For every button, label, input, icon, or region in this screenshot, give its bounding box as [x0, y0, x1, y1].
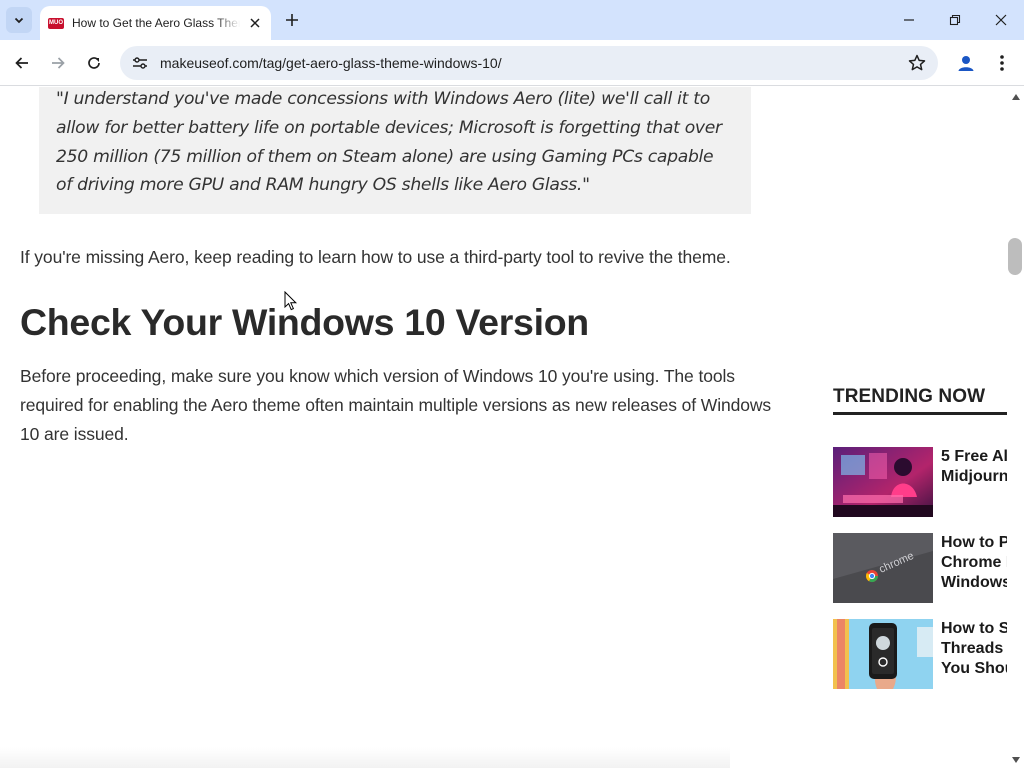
trending-title-line: How to Sa	[941, 620, 1007, 637]
article-paragraph: If you're missing Aero, keep reading to …	[20, 247, 731, 267]
trending-heading: TRENDING NOW	[833, 386, 986, 407]
chromebook-image-icon: chrome	[833, 533, 933, 603]
trending-thumbnail[interactable]	[833, 619, 933, 689]
url-text[interactable]: makeuseof.com/tag/get-aero-glass-theme-w…	[160, 55, 502, 71]
trending-title-line: 5 Free Alt	[941, 448, 1007, 465]
section-heading: Check Your Windows 10 Version	[20, 301, 589, 343]
forward-button[interactable]	[46, 51, 70, 75]
reload-icon	[88, 57, 100, 69]
plus-icon	[286, 14, 298, 26]
trending-thumbnail[interactable]	[833, 447, 933, 517]
restore-button[interactable]	[932, 0, 978, 40]
bottom-edge	[0, 747, 730, 768]
tune-icon	[133, 57, 147, 69]
trending-item[interactable]: 5 Free Alt Midjourne	[833, 447, 1007, 517]
tab-title: How to Get the Aero Glass Theme on Windo…	[72, 16, 240, 30]
tab-strip: MUO How to Get the Aero Glass Theme on W…	[0, 0, 1024, 40]
trending-title-line: You Shou	[941, 660, 1007, 677]
trending-title-line: Midjourne	[941, 468, 1007, 485]
tab-search-button[interactable]	[6, 7, 32, 33]
tab-close-button[interactable]	[247, 15, 263, 31]
site-info-button[interactable]	[123, 49, 157, 77]
chevron-down-icon	[14, 17, 24, 24]
trending-title[interactable]: 5 Free Alt Midjourne	[941, 447, 1007, 487]
trending-thumbnail[interactable]: chrome	[833, 533, 933, 603]
arrow-left-icon	[15, 57, 28, 69]
restore-icon	[949, 14, 961, 26]
active-tab[interactable]: MUO How to Get the Aero Glass Theme on W…	[40, 6, 271, 40]
page-scrollbar[interactable]	[1007, 87, 1024, 768]
trending-divider	[833, 412, 1007, 415]
threads-phone-image-icon	[833, 619, 933, 689]
minimize-icon	[904, 19, 914, 21]
trending-title-line: Windows	[941, 574, 1007, 591]
trending-title-line: How to P	[941, 534, 1007, 551]
arrow-right-icon	[52, 57, 65, 69]
address-bar[interactable]: makeuseof.com/tag/get-aero-glass-theme-w…	[120, 46, 938, 80]
star-icon	[908, 54, 926, 71]
close-icon	[995, 14, 1007, 26]
close-icon	[250, 18, 260, 28]
scroll-up-button[interactable]	[1011, 92, 1020, 101]
mouse-cursor-icon	[284, 291, 298, 311]
trending-title-line: Threads I	[941, 640, 1007, 657]
browser-menu-button[interactable]	[992, 52, 1012, 74]
article-paragraph: Before proceeding, make sure you know wh…	[20, 366, 772, 444]
scrollbar-thumb[interactable]	[1008, 238, 1022, 275]
account-icon	[958, 56, 974, 71]
close-window-button[interactable]	[978, 0, 1024, 40]
neon-artist-image-icon	[833, 447, 933, 517]
page-viewport: "I understand you've made concessions wi…	[0, 87, 1007, 768]
bookmark-button[interactable]	[908, 54, 926, 72]
back-button[interactable]	[10, 51, 34, 75]
new-tab-button[interactable]	[282, 10, 302, 30]
muo-favicon-icon: MUO	[48, 17, 64, 29]
trending-item[interactable]: chrome How to P Chrome F Windows	[833, 533, 1007, 603]
reload-button[interactable]	[82, 51, 106, 75]
blockquote: "I understand you've made concessions wi…	[39, 87, 751, 214]
profile-button[interactable]	[953, 50, 979, 76]
browser-toolbar: makeuseof.com/tag/get-aero-glass-theme-w…	[0, 40, 1024, 86]
scroll-down-button[interactable]	[1011, 755, 1020, 764]
trending-title-line: Chrome F	[941, 554, 1007, 571]
triangle-up-icon	[1011, 93, 1020, 100]
minimize-button[interactable]	[886, 0, 932, 40]
quote-text: "I understand you've made concessions wi…	[56, 89, 722, 196]
more-vert-icon	[1000, 55, 1004, 71]
trending-title[interactable]: How to P Chrome F Windows	[941, 533, 1007, 593]
trending-title[interactable]: How to Sa Threads I You Shou	[941, 619, 1007, 679]
triangle-down-icon	[1011, 756, 1020, 763]
trending-item[interactable]: How to Sa Threads I You Shou	[833, 619, 1007, 689]
